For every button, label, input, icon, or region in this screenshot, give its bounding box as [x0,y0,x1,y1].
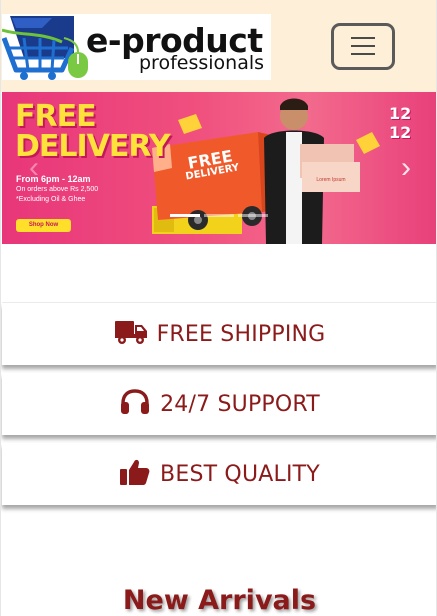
hero-carousel[interactable]: Lorem Ipsum FREE DELIVERY FREE DELIVERY … [2,92,436,244]
chevron-right-icon[interactable]: › [394,148,418,188]
carousel-indicator-2[interactable] [204,214,234,217]
feature-quality: BEST QUALITY [2,443,436,505]
chevron-left-icon[interactable]: ‹ [22,148,46,188]
banner-headline-line1: FREE [15,99,97,134]
feature-label: 24/7 SUPPORT [160,391,320,417]
feature-label: FREE SHIPPING [156,321,326,347]
page: e-product professionals Lorem Ipsum FREE… [0,0,437,616]
carousel-indicator-3[interactable] [238,214,268,217]
site-header: e-product professionals [1,0,436,92]
hamburger-icon-middle [351,45,375,47]
banner-exclusion: *Excluding Oil & Ghee [16,196,86,203]
menu-toggle-button[interactable] [331,23,395,70]
hamburger-icon-bottom [351,53,375,55]
hamburger-icon [351,37,375,39]
feature-label: BEST QUALITY [160,461,320,487]
logo-tagline: professionals [139,52,265,74]
thumbs-up-icon [120,458,150,491]
shop-now-button[interactable]: Shop Now [16,219,71,232]
headset-icon [120,388,150,420]
carousel-indicator-1[interactable] [170,214,200,217]
feature-support: 24/7 SUPPORT [2,373,436,435]
svg-text:Lorem Ipsum: Lorem Ipsum [316,177,345,183]
section-title-new-arrivals: New Arrivals [122,585,317,616]
feature-free-shipping: FREE SHIPPING [2,303,436,365]
truck-icon [114,319,147,350]
site-logo[interactable]: e-product professionals [2,14,271,80]
logo-cart-icon [2,16,88,80]
sale-badge: 12 12 [389,104,412,142]
